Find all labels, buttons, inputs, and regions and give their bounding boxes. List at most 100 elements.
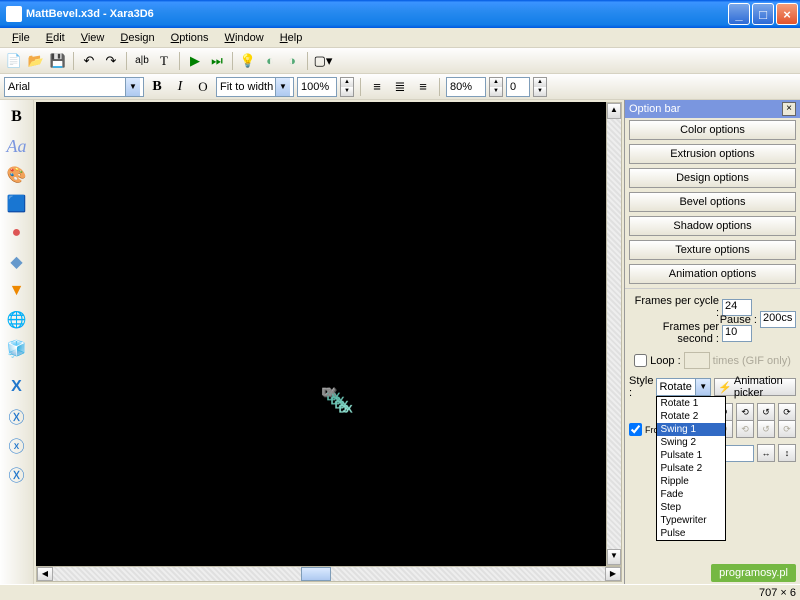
fit-select[interactable]: Fit to width▼ <box>216 77 294 97</box>
style-dropdown[interactable]: Rotate 2 ▼ Rotate 1 Rotate 2 Swing 1 Swi… <box>656 378 711 396</box>
bulb-icon[interactable]: 💡 <box>238 51 258 71</box>
zoom-input[interactable]: 100% <box>297 77 337 97</box>
maximize-button[interactable]: □ <box>752 3 774 25</box>
border-icon[interactable]: ▢▾ <box>313 51 333 71</box>
style-option[interactable]: Rotate 1 <box>657 397 725 410</box>
loop-count-input <box>684 352 710 369</box>
lights-btn4: ⟳ <box>778 420 796 438</box>
zoom-spinner[interactable]: ▲▼ <box>340 77 354 97</box>
style-option[interactable]: Step <box>657 501 725 514</box>
loop-checkbox[interactable] <box>634 354 647 367</box>
texture-options-button[interactable]: Texture options <box>629 240 796 260</box>
x-logo-icon[interactable]: X <box>4 374 30 400</box>
baseline-input[interactable]: 0 <box>506 77 530 97</box>
wave-v-button[interactable]: ↕ <box>778 444 796 462</box>
left-toolbar: B Aa 🎨 🟦 ● ◆ ▼ 🌐 🧊 X Ⓧ ⓧ Ⓧ <box>0 100 34 584</box>
outline-button[interactable]: O <box>193 77 213 97</box>
x-circle2-icon[interactable]: ⓧ <box>4 432 30 458</box>
wave-h-button[interactable]: ↔ <box>757 444 775 462</box>
new-icon[interactable]: 📄 <box>4 51 24 71</box>
color-options-button[interactable]: Color options <box>629 120 796 140</box>
style-option[interactable]: Ripple <box>657 475 725 488</box>
menu-window[interactable]: Window <box>217 30 272 46</box>
menubar: File Edit View Design Options Window Hel… <box>0 28 800 48</box>
toolbar-main: 📄 📂 💾 ↶ ↷ a|b T ▶ ⏭ 💡 ◐ ◑ ▢▾ <box>0 48 800 74</box>
animation-options-button[interactable]: Animation options <box>629 264 796 284</box>
close-button[interactable]: × <box>776 3 798 25</box>
style-dropdown-list[interactable]: Rotate 1 Rotate 2 Swing 1 Swing 2 Pulsat… <box>656 396 726 541</box>
animation-picker-button[interactable]: ⚡Animation picker <box>714 378 796 396</box>
cube3d-icon[interactable]: 🧊 <box>4 336 30 362</box>
style-option[interactable]: Fade <box>657 488 725 501</box>
loop-label: Loop : <box>650 355 681 367</box>
panel-close-button[interactable]: × <box>782 102 796 116</box>
style-option[interactable]: Rotate 2 <box>657 410 725 423</box>
menu-design[interactable]: Design <box>112 30 162 46</box>
menu-file[interactable]: File <box>4 30 38 46</box>
menu-edit[interactable]: Edit <box>38 30 73 46</box>
baseline-spinner[interactable]: ▲▼ <box>533 77 547 97</box>
menu-view[interactable]: View <box>73 30 113 46</box>
fpc-label: Frames per cycle : <box>629 295 719 319</box>
redo-icon[interactable]: ↷ <box>101 51 121 71</box>
arrow-down-icon[interactable]: ▼ <box>4 278 30 304</box>
option-bar-panel: Option bar × Color options Extrusion opt… <box>624 100 800 584</box>
text-btn3[interactable]: ↺ <box>757 403 775 421</box>
bold-tool-icon[interactable]: B <box>4 104 30 130</box>
canvas[interactable]: X3D <box>36 102 622 566</box>
lights-btn3: ↺ <box>757 420 775 438</box>
horizontal-scrollbar[interactable]: ◀▶ <box>36 566 622 582</box>
font-select[interactable]: Arial▼ <box>4 77 144 97</box>
style-option[interactable]: Typewriter <box>657 514 725 527</box>
minimize-button[interactable]: _ <box>728 3 750 25</box>
x-circle3-icon[interactable]: Ⓧ <box>4 461 30 487</box>
lights-btn2: ⟲ <box>736 420 754 438</box>
align-center-icon[interactable]: ≣ <box>390 77 410 97</box>
bold-button[interactable]: B <box>147 77 167 97</box>
front-face-checkbox[interactable] <box>629 423 642 436</box>
open-icon[interactable]: 📂 <box>26 51 46 71</box>
text-icon[interactable]: T <box>154 51 174 71</box>
text-btn2[interactable]: ⟲ <box>736 403 754 421</box>
face-side-icon[interactable]: ◑ <box>282 51 302 71</box>
palette-icon[interactable]: 🎨 <box>4 162 30 188</box>
pause-input[interactable]: 200cs <box>760 311 796 328</box>
bevel-icon[interactable]: ◆ <box>4 249 30 275</box>
baseline-icon[interactable]: a|b <box>132 51 152 71</box>
menu-options[interactable]: Options <box>163 30 217 46</box>
vertical-scrollbar[interactable]: ▲▼ <box>606 102 622 566</box>
fps-input[interactable]: 10 <box>722 325 752 342</box>
bevel-options-button[interactable]: Bevel options <box>629 192 796 212</box>
circle-icon[interactable]: ● <box>4 220 30 246</box>
watermark: programosy.pl <box>711 564 796 582</box>
save-icon[interactable]: 💾 <box>48 51 68 71</box>
next-icon[interactable]: ⏭ <box>207 51 227 71</box>
x-circle1-icon[interactable]: Ⓧ <box>4 403 30 429</box>
design-options-button[interactable]: Design options <box>629 168 796 188</box>
play-icon[interactable]: ▶ <box>185 51 205 71</box>
statusbar: 707 × 6 <box>0 584 800 600</box>
align-left-icon[interactable]: ≡ <box>367 77 387 97</box>
cube-icon[interactable]: 🟦 <box>4 191 30 217</box>
italic-button[interactable]: I <box>170 77 190 97</box>
undo-icon[interactable]: ↶ <box>79 51 99 71</box>
extrusion-options-button[interactable]: Extrusion options <box>629 144 796 164</box>
text-tool-icon[interactable]: Aa <box>4 133 30 159</box>
style-option[interactable]: Swing 1 <box>657 423 725 436</box>
globe-icon[interactable]: 🌐 <box>4 307 30 333</box>
style-option[interactable]: Pulsate 2 <box>657 462 725 475</box>
tracking-input[interactable]: 80% <box>446 77 486 97</box>
canvas-container: X3D ▲▼ ◀▶ <box>34 100 624 584</box>
menu-help[interactable]: Help <box>272 30 311 46</box>
style-option[interactable]: Pulse <box>657 527 725 540</box>
wave-input[interactable] <box>722 445 754 462</box>
text-btn4[interactable]: ⟳ <box>778 403 796 421</box>
style-option[interactable]: Swing 2 <box>657 436 725 449</box>
main-area: B Aa 🎨 🟦 ● ◆ ▼ 🌐 🧊 X Ⓧ ⓧ Ⓧ X3D ▲▼ ◀▶ Opt… <box>0 100 800 584</box>
style-option[interactable]: Pulsate 1 <box>657 449 725 462</box>
align-right-icon[interactable]: ≡ <box>413 77 433 97</box>
tracking-spinner[interactable]: ▲▼ <box>489 77 503 97</box>
fps-label: Frames per second : <box>629 321 719 345</box>
shadow-options-button[interactable]: Shadow options <box>629 216 796 236</box>
face-front-icon[interactable]: ◐ <box>260 51 280 71</box>
